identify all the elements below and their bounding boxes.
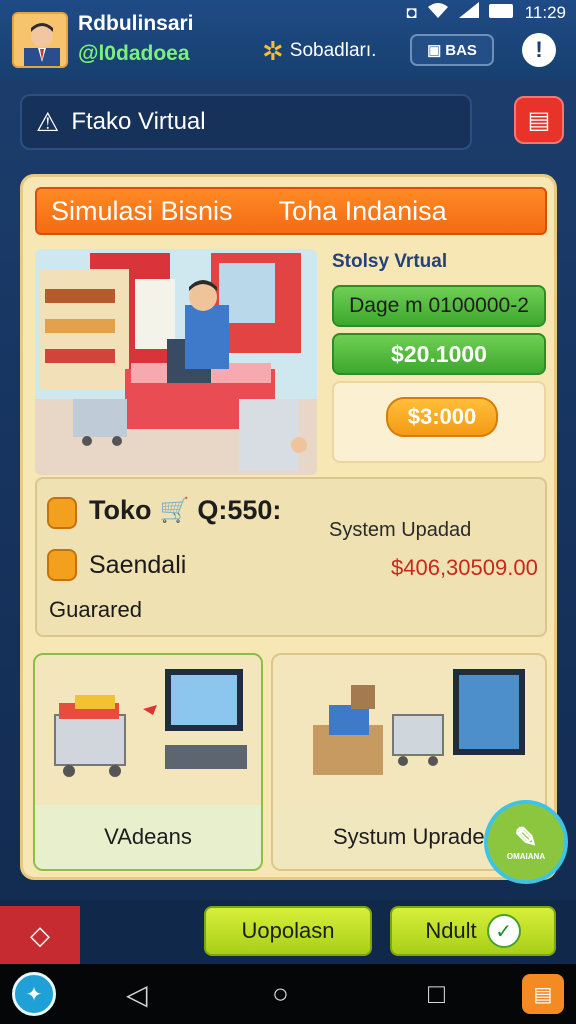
main-panel: Simulasi Bisnis Toha Indanisa Stolsy Vrt… bbox=[20, 174, 557, 880]
coin-icon bbox=[47, 497, 77, 529]
toko-code: Q:550: bbox=[197, 495, 282, 525]
app-logo-icon[interactable]: ✦ bbox=[12, 972, 56, 1016]
card-vadeans-label: VAdeans bbox=[35, 805, 261, 869]
toko-row: Toko 🛒 Q:550: bbox=[89, 495, 281, 526]
system-status-icons: ◘ 11:29 bbox=[406, 2, 566, 23]
saendali-label: Saendali bbox=[89, 551, 187, 579]
tag-icon: ◇ bbox=[30, 919, 50, 950]
orange-price-slot: $3:000 bbox=[332, 381, 546, 463]
back-icon[interactable]: ◁ bbox=[126, 978, 148, 1011]
warning-icon: ⚠ bbox=[36, 106, 60, 137]
store-label: Stolsy Vrtual bbox=[332, 251, 448, 272]
settings-label: Sobadları. bbox=[289, 40, 377, 61]
info-box: Toko 🛒 Q:550: System Upadad Saendali $40… bbox=[35, 477, 547, 637]
bas-label: BAS bbox=[445, 41, 477, 59]
cart-icon: 🛒 bbox=[159, 497, 190, 524]
gear-icon: ✲ bbox=[262, 36, 284, 66]
clock-time: 11:29 bbox=[524, 2, 566, 22]
price-button-orange[interactable]: $3:000 bbox=[386, 397, 498, 437]
fab-label: OMAIANA bbox=[506, 851, 546, 861]
alert-text: Ftako Virtual bbox=[71, 108, 206, 135]
dage-button[interactable]: Dage m 0100000-2 bbox=[332, 285, 546, 327]
home-icon[interactable]: ○ bbox=[272, 978, 289, 1010]
panel-title-bar: Simulasi Bisnis Toha Indanisa bbox=[35, 187, 547, 235]
price-button-green[interactable]: $20.1000 bbox=[332, 333, 546, 375]
briefcase-icon: ▤ bbox=[533, 983, 553, 1006]
store-illustration bbox=[35, 249, 317, 475]
guarded-label: Guarared bbox=[49, 597, 142, 622]
recents-icon[interactable]: □ bbox=[428, 978, 445, 1010]
card-icon: ▣ bbox=[427, 42, 442, 59]
cart-to-monitor-icon bbox=[54, 669, 247, 777]
username: Rdbulinsari bbox=[78, 12, 194, 35]
system-updated-text: System Upadad bbox=[329, 519, 472, 541]
user-handle: @l0dadoea bbox=[78, 42, 190, 65]
footer-left-button[interactable]: Uopolasn bbox=[204, 906, 372, 956]
footer-right-button[interactable]: Ndult ✓ bbox=[390, 906, 556, 956]
settings-link[interactable]: ✲ Sobadları. bbox=[262, 38, 376, 64]
wifi-icon bbox=[427, 2, 449, 23]
red-tab-button[interactable]: ◇ bbox=[0, 906, 80, 964]
avatar-portrait-icon bbox=[14, 14, 66, 66]
card-vadeans[interactable]: VAdeans bbox=[33, 653, 263, 871]
upgrade-scene-icon bbox=[313, 669, 525, 775]
toko-label: Toko bbox=[89, 495, 152, 525]
store-scene-image bbox=[35, 249, 317, 475]
coin-icon-2 bbox=[47, 549, 77, 581]
panel-title-right: Toha Indanisa bbox=[278, 195, 447, 226]
footer-left-label: Uopolasn bbox=[241, 918, 335, 943]
briefcase-button[interactable]: ▤ bbox=[522, 974, 564, 1014]
footer-right-label: Ndult bbox=[425, 918, 477, 943]
bas-button[interactable]: ▣ BAS bbox=[410, 34, 494, 66]
checkmark-icon: ✓ bbox=[486, 914, 521, 948]
price-red: $406,30509.00 bbox=[391, 555, 538, 580]
alert-banner[interactable]: ⚠ Ftako Virtual bbox=[20, 94, 472, 150]
shopping-bag-icon: ▤ bbox=[527, 106, 551, 134]
panel-title-left: Simulasi Bisnis bbox=[51, 195, 233, 226]
card-system-upgrade-text: Systum Uprade bbox=[333, 824, 485, 849]
shop-button[interactable]: ▤ bbox=[514, 96, 564, 144]
avatar[interactable] bbox=[12, 12, 68, 68]
battery-icon bbox=[488, 3, 515, 23]
chat-icon: ✎ bbox=[514, 821, 538, 853]
floating-action-button[interactable]: ✎ OMAIANA bbox=[484, 800, 568, 884]
notification-icon: ◘ bbox=[406, 2, 417, 22]
more-button[interactable]: ! bbox=[522, 33, 556, 67]
signal-icon bbox=[458, 2, 479, 23]
